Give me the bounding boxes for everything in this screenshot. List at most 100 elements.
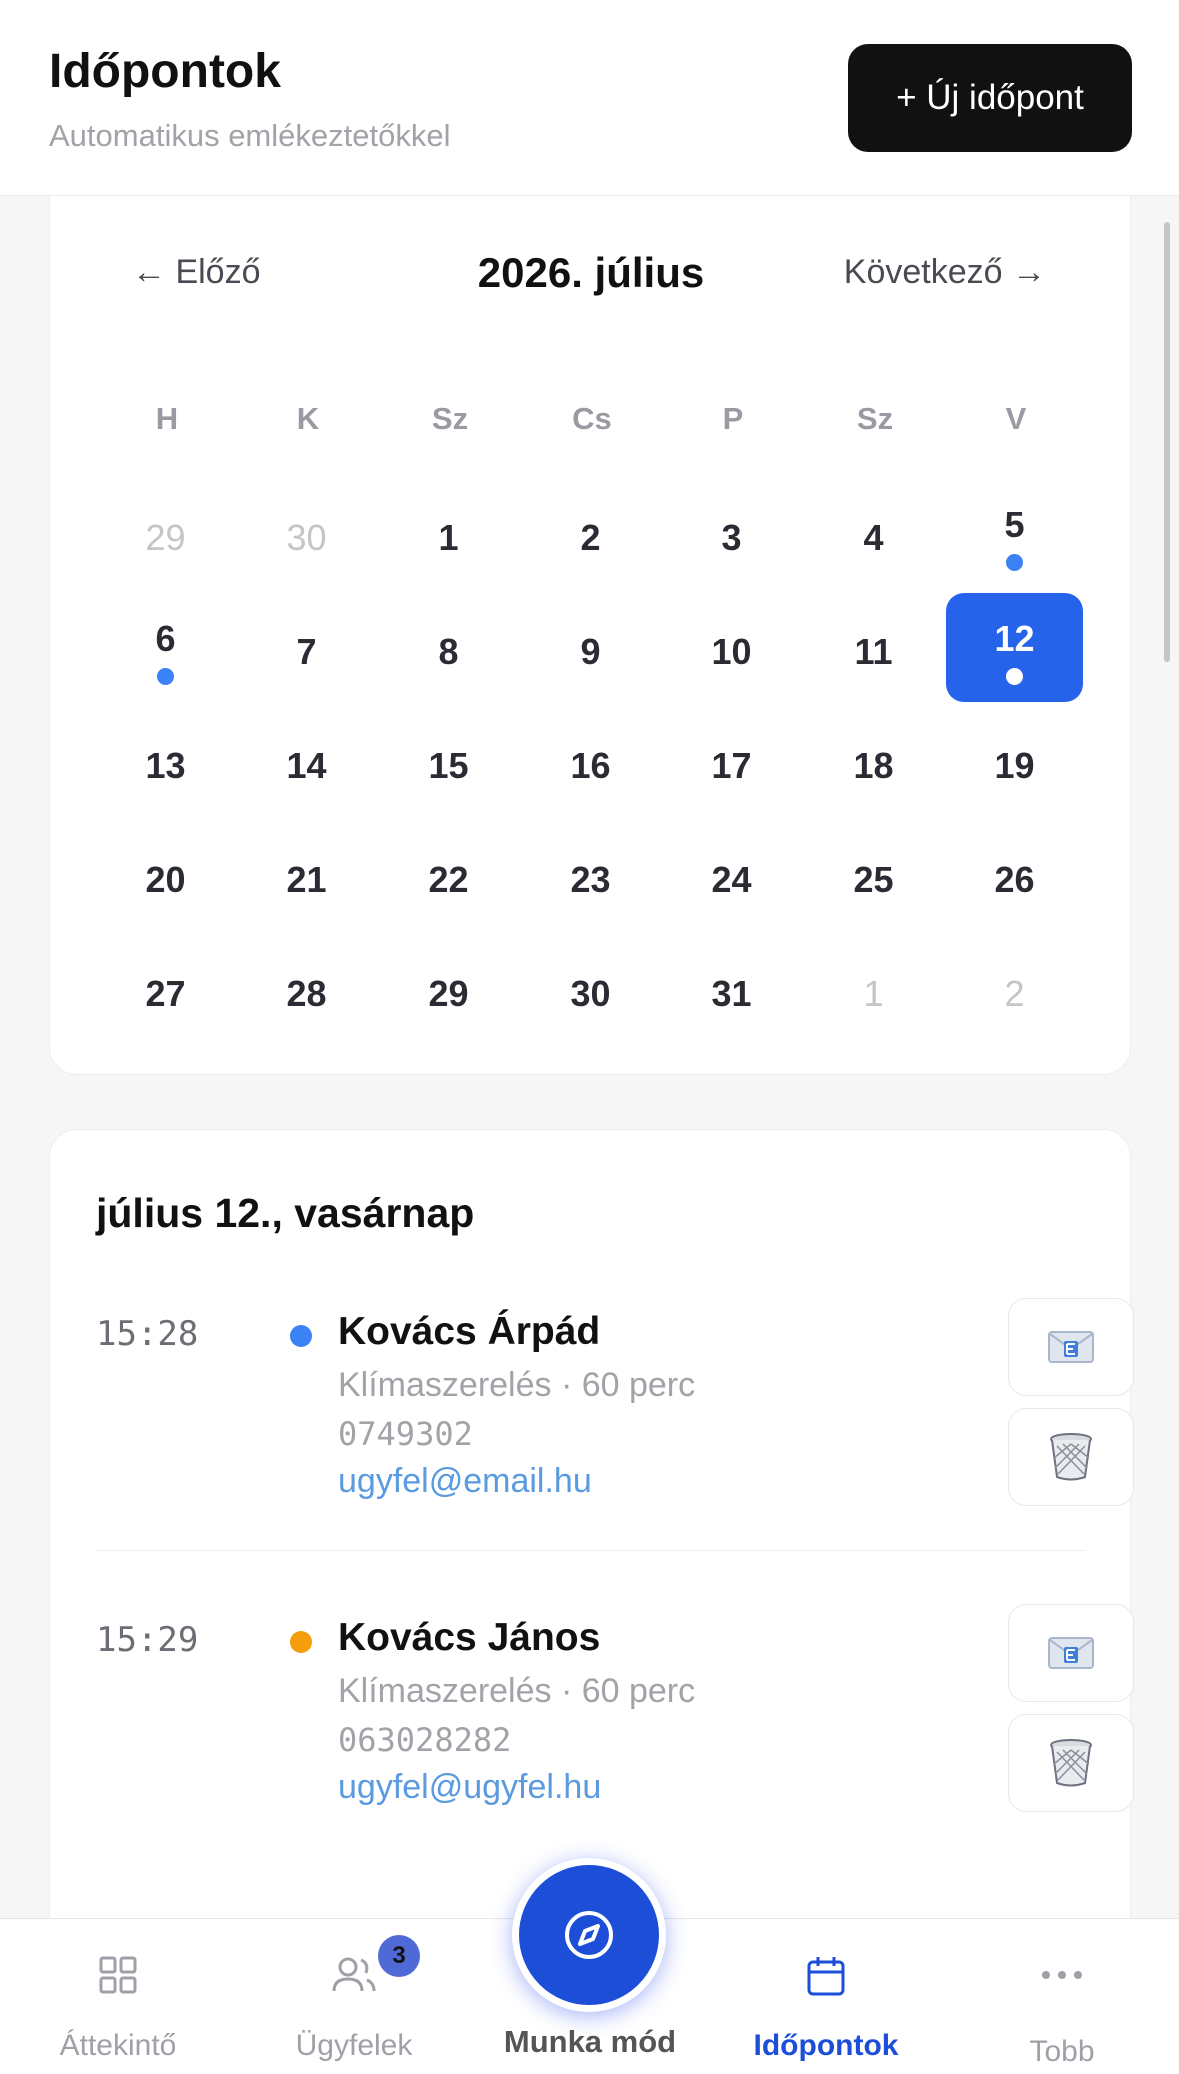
client-phone[interactable]: 063028282 [338, 1721, 511, 1759]
page-subtitle: Automatikus emlékeztetőkkel [49, 118, 451, 153]
calendar-day[interactable]: 19 [946, 707, 1083, 816]
more-icon [1042, 1971, 1082, 1979]
event-dot [1006, 668, 1023, 685]
client-email[interactable]: ugyfel@ugyfel.hu [338, 1768, 601, 1807]
calendar-day[interactable]: 17 [663, 707, 800, 816]
tab-label: Tobb [1029, 2035, 1095, 2068]
calendar-day-number: 29 [428, 973, 469, 1014]
next-month-button[interactable]: Következő → [844, 253, 1046, 292]
delete-appointment-button[interactable] [1008, 1714, 1134, 1812]
calendar-day[interactable]: 8 [380, 593, 517, 702]
day-schedule-card: július 12., vasárnap 15:28 Kovács Árpád … [49, 1129, 1134, 1918]
calendar-day[interactable]: 15 [380, 707, 517, 816]
status-dot [290, 1325, 312, 1347]
calendar-day[interactable]: 24 [663, 821, 800, 930]
calendar-day-number: 26 [994, 859, 1035, 900]
client-email[interactable]: ugyfel@email.hu [338, 1462, 592, 1501]
calendar-day[interactable]: 14 [238, 707, 375, 816]
calendar-day-number: 4 [863, 517, 884, 558]
tab-clients[interactable]: 3 Ügyfelek [236, 1919, 472, 2074]
weekday-label: Sz [856, 401, 894, 436]
prev-month-button[interactable]: ← Előző [132, 253, 261, 292]
email-icon [1048, 1637, 1094, 1669]
calendar-day[interactable]: 2 [522, 479, 659, 588]
tab-label: Időpontok [753, 2029, 899, 2062]
calendar-day-number: 5 [1004, 504, 1025, 545]
service-info: Klímaszerelés · 60 perc [338, 1366, 696, 1404]
calendar-day-number: 2 [1004, 973, 1025, 1014]
calendar-day-number: 28 [286, 973, 327, 1014]
calendar-day[interactable]: 1 [805, 935, 942, 1044]
calendar-day[interactable]: 25 [805, 821, 942, 930]
client-name: Kovács János [338, 1616, 601, 1659]
calendar-day-number: 1 [863, 973, 884, 1014]
calendar-day-number: 30 [570, 973, 611, 1014]
client-name: Kovács Árpád [338, 1310, 601, 1353]
calendar-day[interactable]: 13 [97, 707, 234, 816]
appointment-item[interactable]: 15:28 Kovács Árpád Klímaszerelés · 60 pe… [96, 1298, 1134, 1568]
month-title: 2026. július [477, 249, 705, 296]
calendar-day[interactable]: 9 [522, 593, 659, 702]
calendar-day[interactable]: 4 [805, 479, 942, 588]
send-email-button[interactable] [1008, 1604, 1134, 1702]
calendar-day[interactable]: 3 [663, 479, 800, 588]
calendar-day-number: 17 [711, 745, 752, 786]
appointment-time: 15:28 [96, 1314, 199, 1354]
calendar-day[interactable]: 10 [663, 593, 800, 702]
calendar-day[interactable]: 30 [238, 479, 375, 588]
calendar-day-number: 16 [570, 745, 611, 786]
calendar-day[interactable]: 26 [946, 821, 1083, 930]
weekday-label: P [722, 401, 744, 436]
calendar-day[interactable]: 6 [97, 593, 234, 702]
tab-appointments[interactable]: Időpontok [708, 1919, 944, 2074]
calendar-day[interactable]: 30 [522, 935, 659, 1044]
calendar-day-number: 31 [711, 973, 752, 1014]
delete-appointment-button[interactable] [1008, 1408, 1134, 1506]
calendar-day-number: 9 [580, 631, 601, 672]
calendar-day[interactable]: 23 [522, 821, 659, 930]
calendar-day[interactable]: 11 [805, 593, 942, 702]
calendar-day-number: 24 [711, 859, 752, 900]
tab-overview[interactable]: Áttekintő [0, 1919, 236, 2074]
calendar-day-number: 20 [145, 859, 186, 900]
calendar-day-selected[interactable]: 12 [946, 593, 1083, 702]
calendar-day[interactable]: 7 [238, 593, 375, 702]
tab-more[interactable]: Tobb [944, 1919, 1179, 2074]
appointment-item[interactable]: 15:29 Kovács János Klímaszerelés · 60 pe… [96, 1604, 1134, 1874]
calendar-day[interactable]: 16 [522, 707, 659, 816]
calendar-day[interactable]: 1 [380, 479, 517, 588]
work-mode-button[interactable] [512, 1858, 666, 2012]
send-email-button[interactable] [1008, 1298, 1134, 1396]
calendar-day[interactable]: 21 [238, 821, 375, 930]
calendar-day[interactable]: 5 [946, 479, 1083, 588]
calendar-day[interactable]: 18 [805, 707, 942, 816]
calendar-day-number: 15 [428, 745, 469, 786]
calendar-day[interactable]: 31 [663, 935, 800, 1044]
compass-icon [565, 1911, 613, 1959]
calendar-day[interactable]: 2 [946, 935, 1083, 1044]
client-phone[interactable]: 0749302 [338, 1415, 473, 1453]
calendar-day[interactable]: 29 [380, 935, 517, 1044]
calendar-day-number: 1 [438, 517, 459, 558]
calendar-day[interactable]: 22 [380, 821, 517, 930]
calendar-day[interactable]: 28 [238, 935, 375, 1044]
page-title: Időpontok [49, 45, 281, 98]
weekday-label: Cs [572, 401, 612, 436]
scrollbar[interactable] [1164, 222, 1170, 662]
content-scroll-area[interactable]: ← Előző 2026. július Következő → H K Sz … [0, 196, 1179, 1918]
calendar-day-number: 2 [580, 517, 601, 558]
tab-label: Áttekintő [59, 2029, 177, 2062]
calendar-day-number: 19 [994, 745, 1035, 786]
calendar-day[interactable]: 29 [97, 479, 234, 588]
calendar-day-number: 7 [296, 631, 317, 672]
calendar-day-number: 6 [155, 618, 176, 659]
trash-icon [1050, 1433, 1092, 1481]
calendar-day[interactable]: 27 [97, 935, 234, 1044]
calendar-day[interactable]: 20 [97, 821, 234, 930]
appointment-divider [96, 1550, 1086, 1551]
calendar-day-number: 27 [145, 973, 186, 1014]
new-appointment-button[interactable]: + Új időpont [848, 44, 1132, 152]
work-mode-label: Munka mód [503, 2024, 677, 2059]
calendar-day-number: 21 [286, 859, 327, 900]
selected-day-title: július 12., vasárnap [96, 1190, 475, 1236]
